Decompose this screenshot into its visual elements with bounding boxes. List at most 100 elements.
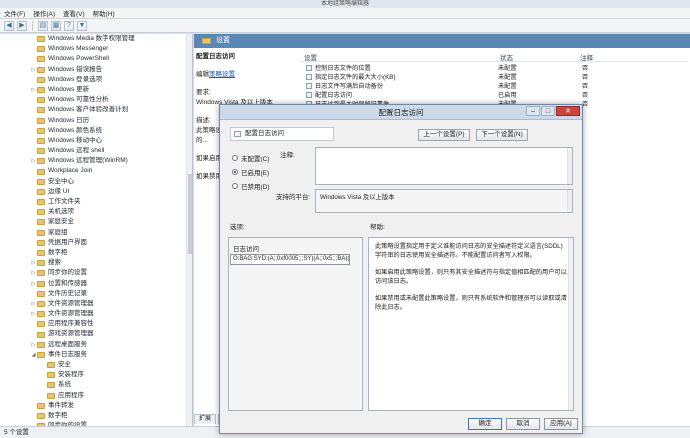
tree-item[interactable]: 游戏资源管理器 xyxy=(0,329,192,339)
tree-item[interactable]: ▷ 文件资源管理器 xyxy=(0,299,192,309)
ext-edit-row: 编辑策略设置 xyxy=(196,70,296,80)
tree-item[interactable]: 安全 xyxy=(0,360,192,370)
tree-item-label: Windows Messenger xyxy=(48,45,109,53)
cancel-button[interactable]: 取消 xyxy=(506,418,540,430)
policy-setting-icon xyxy=(306,65,312,71)
tree-item[interactable]: Windows 日历 xyxy=(0,116,192,126)
tree-item[interactable]: 应用程序 xyxy=(0,391,192,401)
folder-icon xyxy=(37,351,45,358)
tree-item[interactable]: ▷ 搜索 xyxy=(0,258,192,268)
col-state[interactable]: 状态 xyxy=(496,52,576,62)
setting-row[interactable]: 日志文件写满后自动备份 未配置 否 xyxy=(300,82,688,91)
tree-item[interactable]: 安全中心 xyxy=(0,177,192,187)
expand-arrow-icon[interactable]: ◢ xyxy=(30,350,37,360)
tree-item[interactable]: ▷ Windows 更新 xyxy=(0,85,192,95)
expand-arrow-icon[interactable]: ▷ xyxy=(30,309,37,319)
radio-not-configured[interactable]: 未配置(C) xyxy=(232,153,270,163)
tab-extended[interactable]: 扩展 xyxy=(194,414,217,424)
apply-button[interactable]: 应用(A) xyxy=(544,418,578,430)
tree-item[interactable]: 边缘 UI xyxy=(0,187,192,197)
tree-item[interactable]: Workplace Join xyxy=(0,166,192,176)
tree-item[interactable]: ▷ 文件资源管理器 xyxy=(0,309,192,319)
help-icon[interactable]: ? xyxy=(64,20,74,31)
expand-arrow-icon[interactable]: ▷ xyxy=(30,258,37,268)
tree-item[interactable]: 安装程序 xyxy=(0,370,192,380)
tree-item-label: 凭据用户界面 xyxy=(48,238,87,246)
folder-up-icon[interactable]: ▤ xyxy=(38,20,48,31)
expand-arrow-icon[interactable]: ▷ xyxy=(30,85,37,95)
supported-scrollbar[interactable] xyxy=(567,190,572,212)
expand-arrow-icon[interactable]: ▷ xyxy=(30,156,37,166)
back-icon[interactable]: ◀ xyxy=(4,20,14,31)
prev-setting-button[interactable]: 上一个设置(P) xyxy=(418,129,470,141)
radio-enabled[interactable]: 已启用(E) xyxy=(232,167,269,177)
close-icon[interactable]: ✕ xyxy=(556,106,580,116)
forward-icon[interactable]: ▶ xyxy=(17,20,27,31)
menu-action[interactable]: 操作(A) xyxy=(33,8,55,18)
tree-item[interactable]: ▷ 同步你的设置 xyxy=(0,268,192,278)
tree-item[interactable]: 家庭安全 xyxy=(0,217,192,227)
tree-item[interactable]: ▷ Windows 错误报告 xyxy=(0,65,192,75)
help-scrollbar[interactable] xyxy=(568,238,573,410)
tree-item[interactable]: Windows PowerShell xyxy=(0,54,192,64)
tree-item[interactable]: 家庭组 xyxy=(0,228,192,238)
tree-item[interactable]: 数字柜 xyxy=(0,248,192,258)
tree-item[interactable]: Windows 登录选项 xyxy=(0,75,192,85)
tree-item[interactable]: 工作文件夹 xyxy=(0,197,192,207)
folder-icon xyxy=(37,158,45,165)
menu-view[interactable]: 查看(V) xyxy=(63,8,85,18)
radio-enabled-label: 已启用(E) xyxy=(241,170,270,177)
comment-textarea[interactable] xyxy=(315,147,573,185)
col-setting[interactable]: 设置 xyxy=(300,52,496,62)
tree-item[interactable]: Windows 客户体验改善计划 xyxy=(0,105,192,115)
col-comment[interactable]: 注释 xyxy=(576,52,676,62)
tree-item[interactable]: ▷ Windows 远程管理(WinRM) xyxy=(0,156,192,166)
expand-arrow-icon[interactable]: ▷ xyxy=(30,279,37,289)
radio-disabled[interactable]: 已禁用(D) xyxy=(232,181,270,191)
folder-icon xyxy=(37,402,45,409)
tree-item[interactable]: Windows Media 数字权限管理 xyxy=(0,34,192,44)
expand-arrow-icon[interactable]: ▷ xyxy=(30,268,37,278)
menu-file[interactable]: 文件(F) xyxy=(4,8,25,18)
setting-row-comment: 否 xyxy=(582,83,589,90)
minimize-icon[interactable]: – xyxy=(526,106,540,116)
tree-item[interactable]: 凭据用户界面 xyxy=(0,238,192,248)
tree-item[interactable]: ◢ 事件日志服务 xyxy=(0,350,192,360)
tree-item[interactable]: Windows 移动中心 xyxy=(0,136,192,146)
tree-item[interactable]: Windows 远程 shell xyxy=(0,146,192,156)
maximize-icon[interactable]: □ xyxy=(541,106,555,116)
properties-icon[interactable]: ▦ xyxy=(51,20,61,31)
setting-row[interactable]: 配置日志访问 已启用 否 xyxy=(300,91,688,100)
edit-policy-link[interactable]: 策略设置 xyxy=(209,71,235,78)
tree-item[interactable]: ▷ 远程桌面服务 xyxy=(0,340,192,350)
tree-item[interactable]: 系统 xyxy=(0,380,192,390)
tree-scrollbar[interactable] xyxy=(186,34,192,426)
setting-row-name: 配置日志访问 xyxy=(315,92,353,99)
setting-row-name: 日志文件写满后自动备份 xyxy=(315,83,384,90)
filter-icon[interactable]: ▼ xyxy=(77,20,87,31)
tree-item[interactable]: 应用程序兼容性 xyxy=(0,319,192,329)
next-setting-button[interactable]: 下一个设置(N) xyxy=(476,129,528,141)
expand-arrow-icon[interactable]: ▷ xyxy=(30,340,37,350)
tree-item[interactable]: Windows Messenger xyxy=(0,44,192,54)
policy-dialog: 配置日志访问 – □ ✕ 配置日志访问 上一个设置(P) 下一个设置(N) 未配… xyxy=(219,104,583,434)
setting-row[interactable]: 指定日志文件的最大大小(KB) 未配置 否 xyxy=(300,73,688,82)
tree-item[interactable]: ▷ 位置和传感器 xyxy=(0,279,192,289)
comment-scrollbar[interactable] xyxy=(567,148,572,184)
tree-item[interactable]: 文件历史记录 xyxy=(0,289,192,299)
setting-row[interactable]: 控制日志文件的位置 未配置 否 xyxy=(300,64,688,73)
tree-item[interactable]: 事件转发 xyxy=(0,401,192,411)
tree-item-label: 家庭安全 xyxy=(48,218,74,226)
tree-item[interactable]: Windows 可靠性分析 xyxy=(0,95,192,105)
folder-icon xyxy=(37,117,45,124)
ok-button[interactable]: 确定 xyxy=(468,418,502,430)
log-access-input[interactable]: O:BAG:SYD:(A;;0xf0005;;;SY)(A;;0x5;;;BA)… xyxy=(230,254,350,265)
tree-item[interactable]: 关机选项 xyxy=(0,207,192,217)
menu-help[interactable]: 帮助(H) xyxy=(93,8,115,18)
tree-item[interactable]: Windows 颜色系统 xyxy=(0,126,192,136)
expand-arrow-icon[interactable]: ▷ xyxy=(30,65,37,75)
tree-item[interactable]: 数字柜 xyxy=(0,411,192,421)
policy-setting-icon xyxy=(306,92,312,98)
tree-item-label: Windows 远程管理(WinRM) xyxy=(48,157,128,165)
expand-arrow-icon[interactable]: ▷ xyxy=(30,299,37,309)
